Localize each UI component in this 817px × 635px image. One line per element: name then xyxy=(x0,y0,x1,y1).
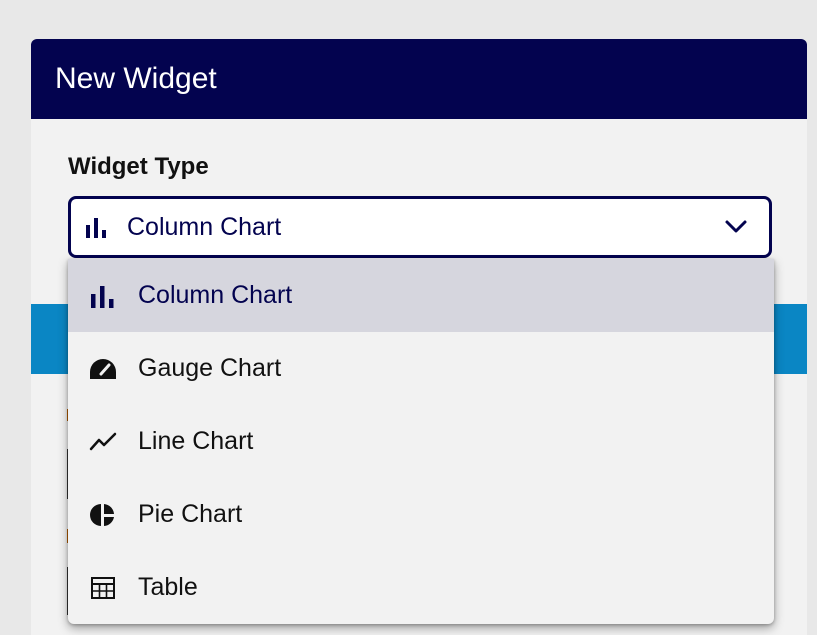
dialog-header: New Widget xyxy=(31,39,807,119)
pie-chart-icon xyxy=(86,498,120,532)
chevron-down-icon xyxy=(723,214,749,240)
widget-type-dropdown: Column Chart Gauge Chart Line Chart Pie … xyxy=(68,259,774,624)
option-gauge-chart[interactable]: Gauge Chart xyxy=(68,332,774,405)
option-table[interactable]: Table xyxy=(68,551,774,624)
widget-type-select[interactable]: Column Chart xyxy=(68,196,772,258)
option-column-chart[interactable]: Column Chart xyxy=(68,259,774,332)
option-label: Line Chart xyxy=(138,427,254,455)
table-icon xyxy=(86,571,120,605)
option-line-chart[interactable]: Line Chart xyxy=(68,405,774,478)
dialog-title: New Widget xyxy=(55,62,217,95)
selected-widget-type: Column Chart xyxy=(127,212,282,241)
option-label: Pie Chart xyxy=(138,500,243,528)
widget-type-label: Widget Type xyxy=(68,153,209,180)
gauge-icon xyxy=(86,352,120,386)
line-chart-icon xyxy=(86,425,120,459)
option-label: Gauge Chart xyxy=(138,354,282,382)
option-label: Table xyxy=(138,573,198,601)
option-label: Column Chart xyxy=(138,281,293,309)
column-chart-icon xyxy=(86,279,120,313)
page: New Widget Widget Type Column Chart Colu… xyxy=(0,0,817,635)
column-chart-icon xyxy=(83,213,111,241)
option-pie-chart[interactable]: Pie Chart xyxy=(68,478,774,551)
